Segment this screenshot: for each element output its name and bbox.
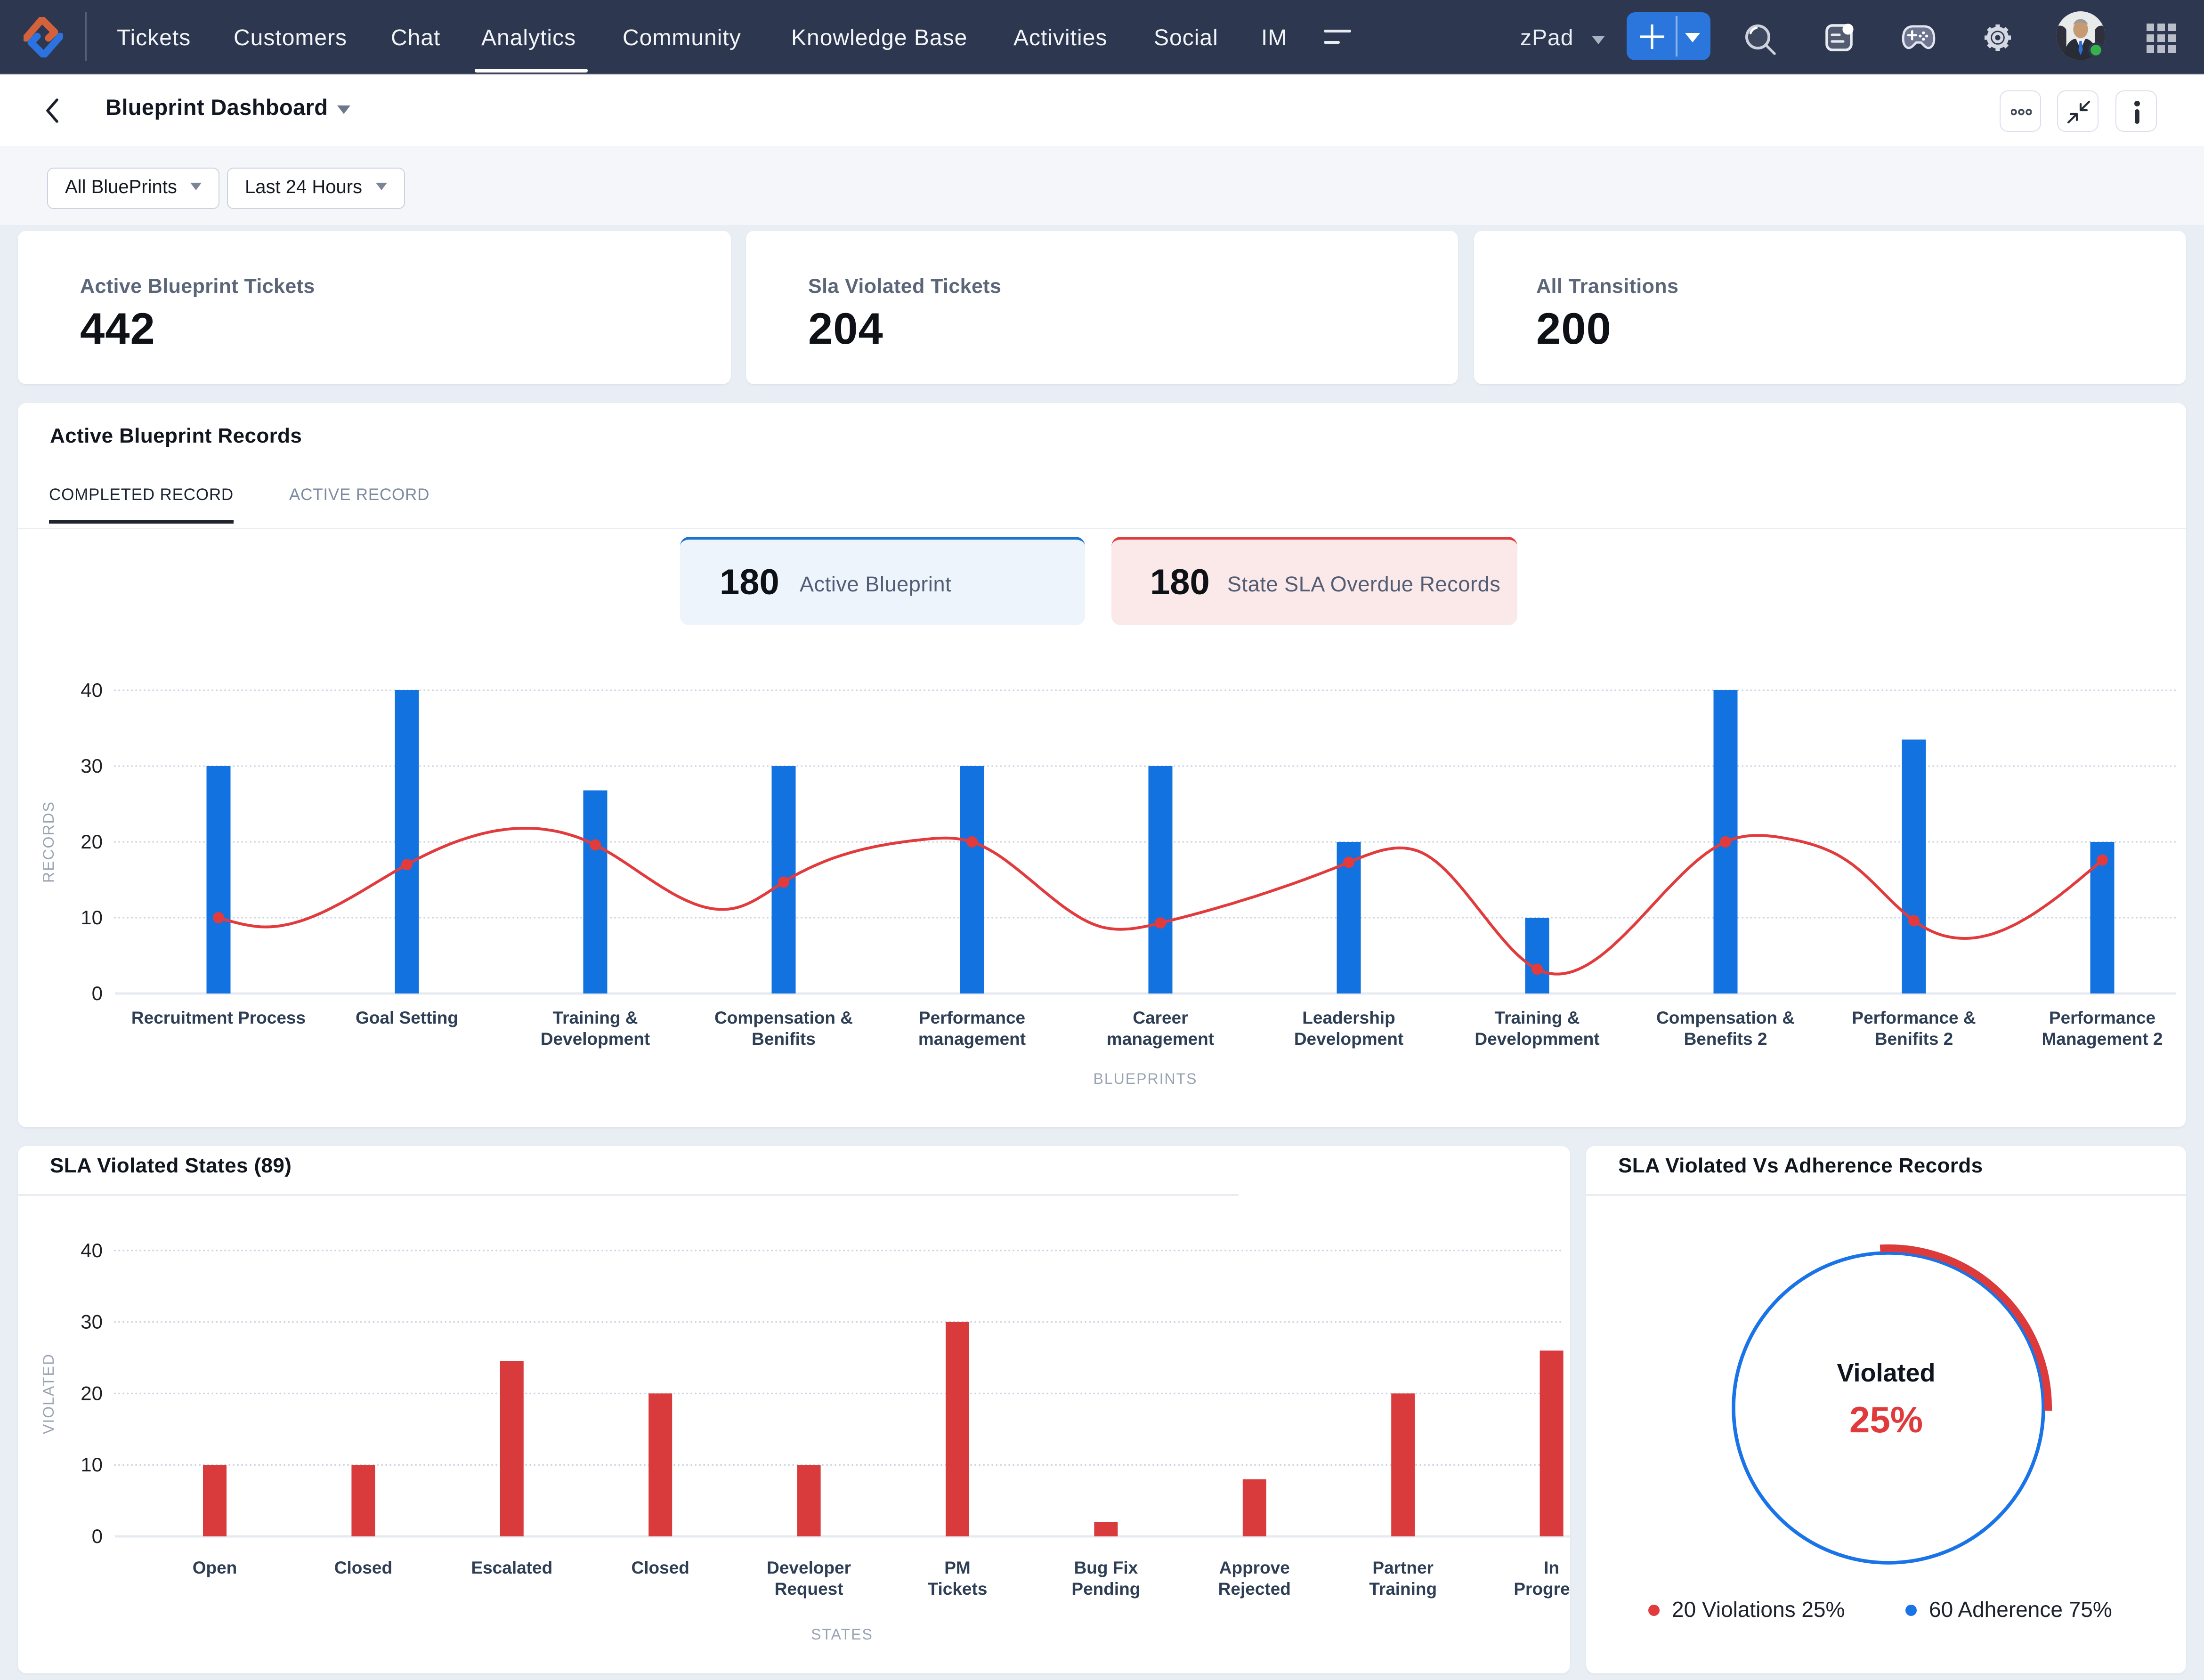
svg-text:Recruitment Process: Recruitment Process bbox=[131, 1008, 306, 1027]
svg-text:10: 10 bbox=[81, 1454, 103, 1476]
svg-text:Escalated: Escalated bbox=[471, 1558, 552, 1577]
svg-text:30: 30 bbox=[81, 1311, 103, 1333]
svg-text:STATES: STATES bbox=[811, 1626, 873, 1643]
svg-text:Performancemanagement: Performance management bbox=[918, 1008, 1026, 1049]
svg-text:Bug FixPending: Bug Fix Pending bbox=[1071, 1558, 1140, 1599]
svg-text:Training &Development: Training & Development bbox=[541, 1008, 650, 1049]
svg-text:Performance &Benifits 2: Performance & Benifits 2 bbox=[1852, 1008, 1976, 1049]
svg-text:RECORDS: RECORDS bbox=[40, 801, 57, 883]
svg-text:VIOLATED: VIOLATED bbox=[40, 1353, 57, 1434]
svg-text:40: 40 bbox=[81, 1239, 103, 1261]
svg-text:30: 30 bbox=[81, 755, 103, 777]
svg-text:0: 0 bbox=[92, 982, 103, 1004]
svg-text:Compensation &Benefits 2: Compensation & Benefits 2 bbox=[1656, 1008, 1795, 1049]
svg-text:20: 20 bbox=[81, 831, 103, 853]
svg-text:40: 40 bbox=[81, 679, 103, 701]
svg-text:10: 10 bbox=[81, 906, 103, 929]
svg-text:BLUEPRINTS: BLUEPRINTS bbox=[1094, 1070, 1198, 1087]
svg-text:Careermanagement: Career management bbox=[1107, 1008, 1214, 1049]
svg-text:0: 0 bbox=[92, 1525, 103, 1547]
svg-text:Training &Developmment: Training & Developmment bbox=[1475, 1008, 1599, 1049]
svg-text:ApproveRejected: Approve Rejected bbox=[1218, 1558, 1291, 1599]
svg-text:Open: Open bbox=[193, 1558, 237, 1577]
svg-text:PerformanceManagement 2: Performance Management 2 bbox=[2042, 1008, 2163, 1049]
svg-text:PartnerTraining: Partner Training bbox=[1369, 1558, 1437, 1599]
svg-text:Compensation &Benifits: Compensation & Benifits bbox=[714, 1008, 853, 1049]
svg-text:20: 20 bbox=[81, 1382, 103, 1404]
svg-text:PMTickets: PM Tickets bbox=[928, 1558, 988, 1599]
svg-text:Goal Setting: Goal Setting bbox=[356, 1008, 458, 1027]
svg-text:DeveloperRequest: Developer Request bbox=[767, 1558, 851, 1599]
svg-text:LeadershipDevelopment: Leadership Development bbox=[1294, 1008, 1403, 1049]
svg-text:InProgress: InProgress bbox=[1514, 1558, 1570, 1599]
svg-text:Closed: Closed bbox=[632, 1558, 689, 1577]
svg-text:Closed: Closed bbox=[334, 1558, 392, 1577]
